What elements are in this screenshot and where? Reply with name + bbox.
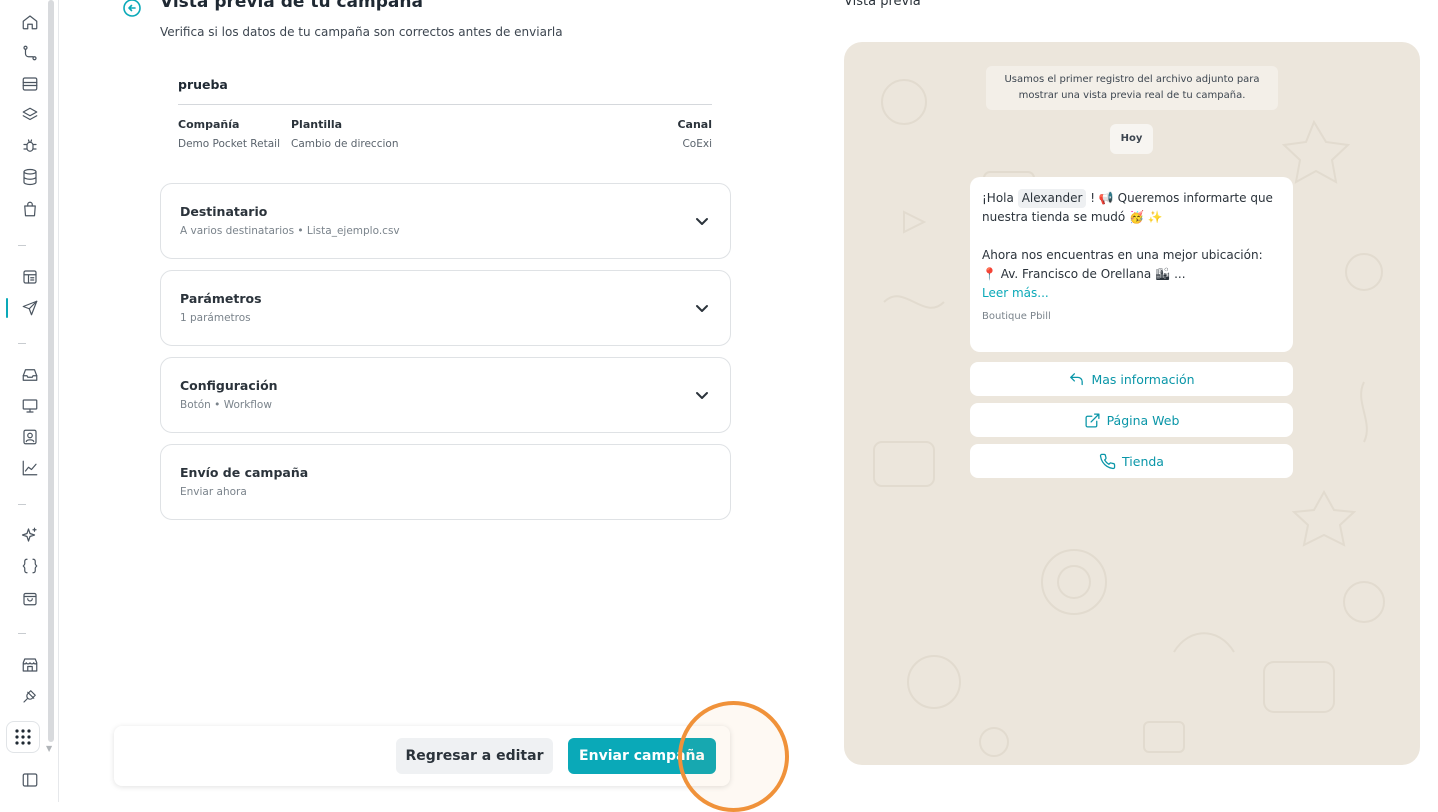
template-label: Plantilla <box>291 118 343 131</box>
message-line: Ahora nos encuentras en una mejor ubicac… <box>982 248 1263 262</box>
phone-icon <box>1099 453 1116 469</box>
section-title: Envío de campaña <box>180 465 309 480</box>
database-icon[interactable] <box>20 167 40 187</box>
monitor-icon[interactable] <box>20 396 40 416</box>
chevron-down-icon[interactable] <box>693 386 711 404</box>
home-icon[interactable] <box>20 12 40 32</box>
call-button[interactable]: Tienda <box>970 444 1293 478</box>
sidebar-divider <box>18 343 26 344</box>
read-more-link[interactable]: Leer más... <box>982 284 1281 303</box>
braces-icon[interactable] <box>20 556 40 576</box>
shopping-bag-icon[interactable] <box>20 588 40 608</box>
campaign-name: prueba <box>178 77 228 92</box>
archive-icon[interactable] <box>20 74 40 94</box>
sidebar-divider <box>18 633 26 634</box>
chart-icon[interactable] <box>20 458 40 478</box>
preview-title: Vista previa <box>844 0 921 9</box>
send-campaign-button[interactable]: Enviar campaña <box>568 738 716 774</box>
scroll-down-arrow-icon[interactable]: ▼ <box>46 744 52 753</box>
section-title: Configuración <box>180 378 278 393</box>
sidebar-divider <box>18 504 26 505</box>
summary-divider <box>178 104 712 105</box>
template-value: Cambio de direccion <box>291 138 399 150</box>
page-subtitle: Verifica si los datos de tu campaña son … <box>160 25 563 39</box>
template-icon[interactable] <box>20 267 40 287</box>
date-chip: Hoy <box>1110 124 1153 154</box>
chevron-down-icon[interactable] <box>693 212 711 230</box>
message-line: 📍 Av. Francisco de Orellana 🏙 ... <box>982 267 1186 281</box>
inbox-icon[interactable] <box>20 365 40 385</box>
section-sending: Envío de campaña Enviar ahora <box>160 444 731 520</box>
footer-actions: Regresar a editar Enviar campaña <box>114 726 730 786</box>
section-recipient[interactable]: Destinatario A varios destinatarios • Li… <box>160 183 731 259</box>
section-configuration[interactable]: Configuración Botón • Workflow <box>160 357 731 433</box>
parameter-chip: Alexander <box>1017 189 1087 208</box>
flow-icon[interactable] <box>20 43 40 63</box>
back-arrow-icon[interactable] <box>122 0 142 18</box>
layers-icon[interactable] <box>20 105 40 125</box>
section-parameters[interactable]: Parámetros 1 parámetros <box>160 270 731 346</box>
message-bubble: ¡Hola Alexander ! 📢 Queremos informarte … <box>970 177 1293 352</box>
section-subtitle: 1 parámetros <box>180 312 251 324</box>
reply-icon <box>1070 372 1084 385</box>
main-panel: Vista previa de tu campaña Verifica si l… <box>60 0 820 802</box>
bug-icon[interactable] <box>20 136 40 156</box>
channel-label: Canal <box>677 118 712 131</box>
apps-icon <box>15 729 31 745</box>
chat-preview: Usamos el primer registro del archivo ad… <box>844 42 1420 765</box>
sparkles-icon[interactable] <box>20 525 40 545</box>
section-title: Destinatario <box>180 204 268 219</box>
section-subtitle: Enviar ahora <box>180 486 247 498</box>
store-icon[interactable] <box>20 655 40 675</box>
message-line: ¡Hola Alexander ! 📢 Queremos informarte … <box>982 189 1281 208</box>
bag-icon[interactable] <box>20 199 40 219</box>
sender-name: Boutique Pbill <box>982 311 1051 322</box>
company-label: Compañía <box>178 118 240 131</box>
sidebar-toggle-icon[interactable] <box>20 770 40 790</box>
company-value: Demo Pocket Retail <box>178 138 280 150</box>
preview-notice: Usamos el primer registro del archivo ad… <box>986 66 1278 110</box>
contact-icon[interactable] <box>20 427 40 447</box>
chevron-down-icon[interactable] <box>693 299 711 317</box>
quick-reply-button[interactable]: Mas información <box>970 362 1293 396</box>
active-indicator <box>6 298 8 318</box>
page-title: Vista previa de tu campaña <box>160 0 423 12</box>
section-title: Parámetros <box>180 291 262 306</box>
send-icon[interactable] <box>20 298 40 318</box>
external-link-icon <box>1085 412 1100 428</box>
plug-icon[interactable] <box>20 686 40 706</box>
sidebar-scrollbar[interactable] <box>48 0 54 742</box>
website-button[interactable]: Página Web <box>970 403 1293 437</box>
apps-button[interactable] <box>6 721 40 753</box>
sidebar: ▼ <box>0 0 59 802</box>
section-subtitle: A varios destinatarios • Lista_ejemplo.c… <box>180 225 400 237</box>
sidebar-divider <box>18 245 26 246</box>
channel-value: CoExi <box>682 138 712 150</box>
message-line: nuestra tienda se mudó 🥳 ✨ <box>982 210 1163 224</box>
back-to-edit-button[interactable]: Regresar a editar <box>396 738 553 774</box>
section-subtitle: Botón • Workflow <box>180 399 272 411</box>
